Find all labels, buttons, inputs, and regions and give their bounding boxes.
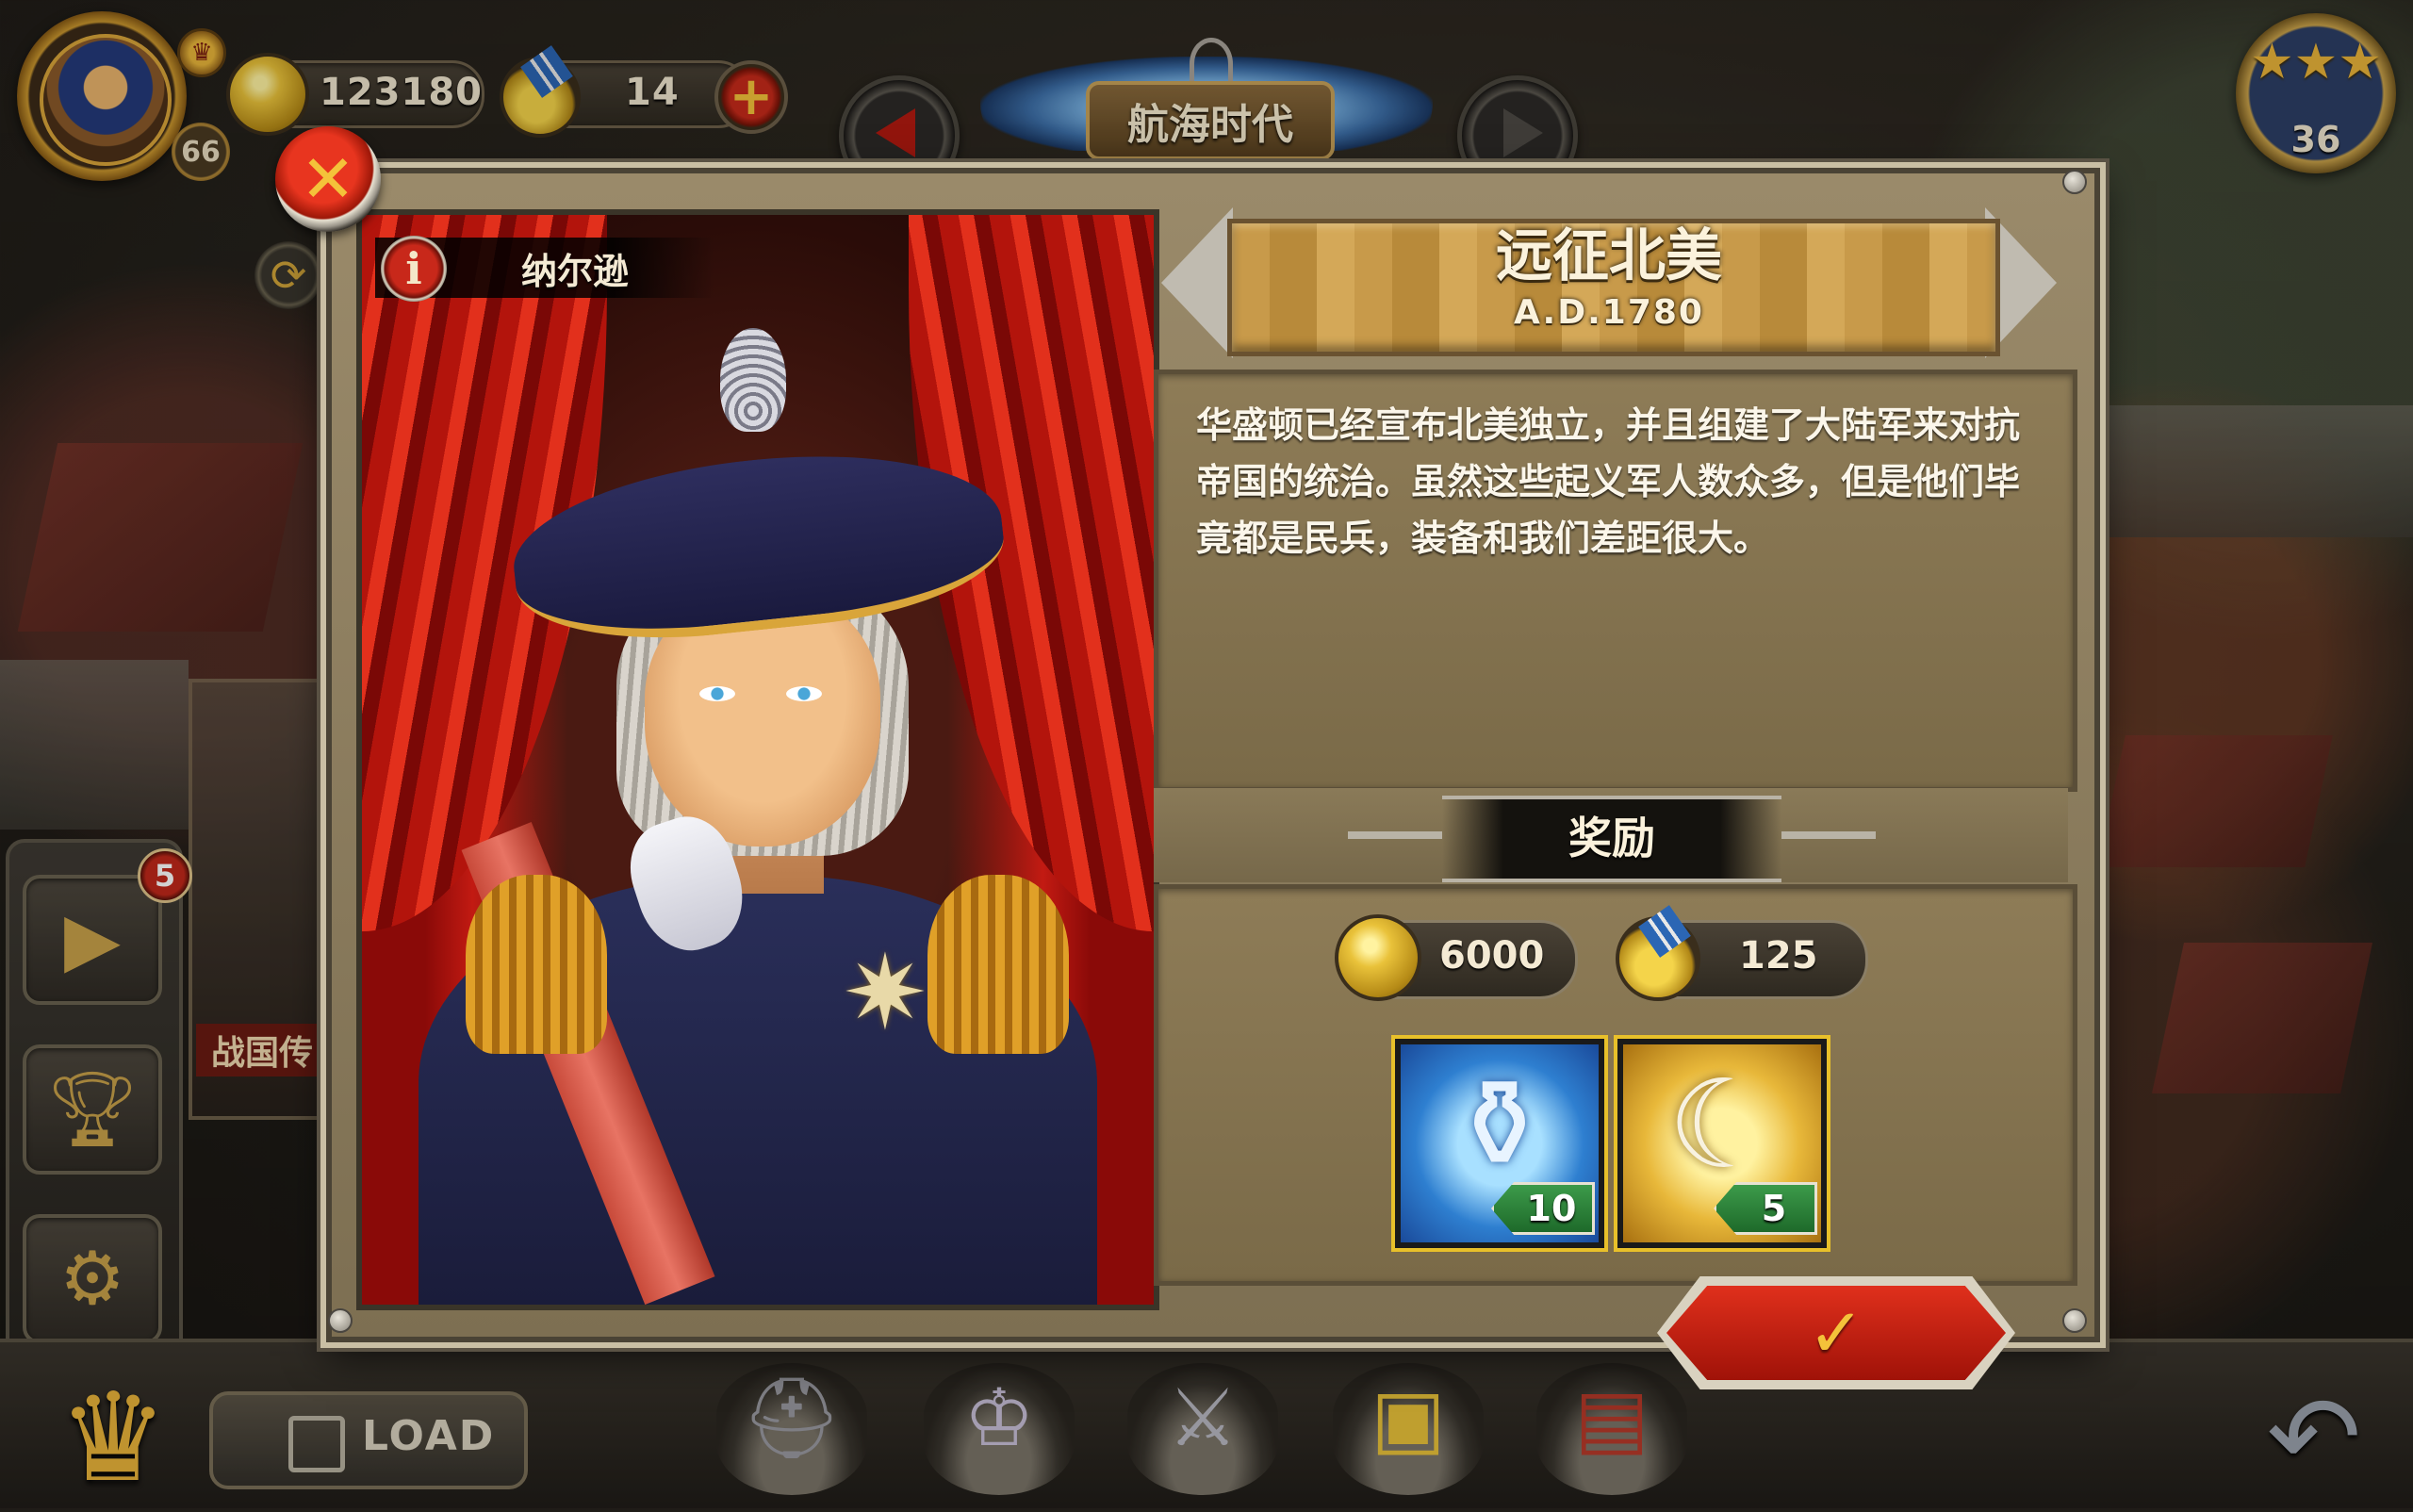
eye: [786, 686, 822, 701]
mission-description-panel: 华盛顿已经宣布北美独立，并且组建了大陆军来对抗帝国的统治。虽然这些起义军人数众多…: [1154, 370, 2077, 792]
reward-gold-amount: 6000: [1439, 934, 1545, 978]
plank-end-left: [1161, 207, 1233, 358]
epaulette: [466, 875, 607, 1054]
reward-header: 奖励: [1348, 796, 1876, 882]
general-name: 纳尔逊: [520, 250, 629, 292]
reward-medal-amount: 125: [1739, 934, 1818, 978]
ornament-left: [1348, 831, 1442, 839]
order-star-icon: ✷: [841, 932, 929, 1053]
eye: [699, 686, 735, 701]
ivory-horn-icon: ☾: [1666, 1053, 1778, 1196]
info-icon[interactable]: i: [381, 236, 447, 302]
confirm-button[interactable]: ✓: [1657, 1276, 2015, 1389]
reward-panel: [1154, 884, 2077, 1286]
rivet-decoration: [328, 1308, 353, 1333]
checkmark-icon: ✓: [1807, 1293, 1865, 1372]
mission-date: A.D.1780: [1514, 293, 1704, 332]
gold-coin-icon: [1335, 914, 1421, 1001]
epaulette: [927, 875, 1069, 1054]
mission-description: 华盛顿已经宣布北美独立，并且组建了大陆军来对抗帝国的统治。虽然这些起义军人数众多…: [1196, 404, 2021, 559]
close-button[interactable]: ✕: [275, 126, 381, 232]
porcelain-vase-icon: ⚱: [1448, 1053, 1551, 1196]
hat-jewel: [720, 328, 786, 432]
ornament-right: [1781, 831, 1876, 839]
mission-title-plank: 远征北美 A.D.1780: [1161, 207, 2057, 358]
mission-title: 远征北美: [1496, 223, 1722, 289]
rivet-decoration: [2062, 1308, 2087, 1333]
reward-item-horn[interactable]: ☾ 5: [1617, 1039, 1827, 1248]
general-portrait: ✷: [356, 209, 1159, 1310]
reward-item-vase[interactable]: ⚱ 10: [1395, 1039, 1604, 1248]
reward-heading: 奖励: [1568, 813, 1655, 863]
rivet-decoration: [2062, 170, 2087, 194]
